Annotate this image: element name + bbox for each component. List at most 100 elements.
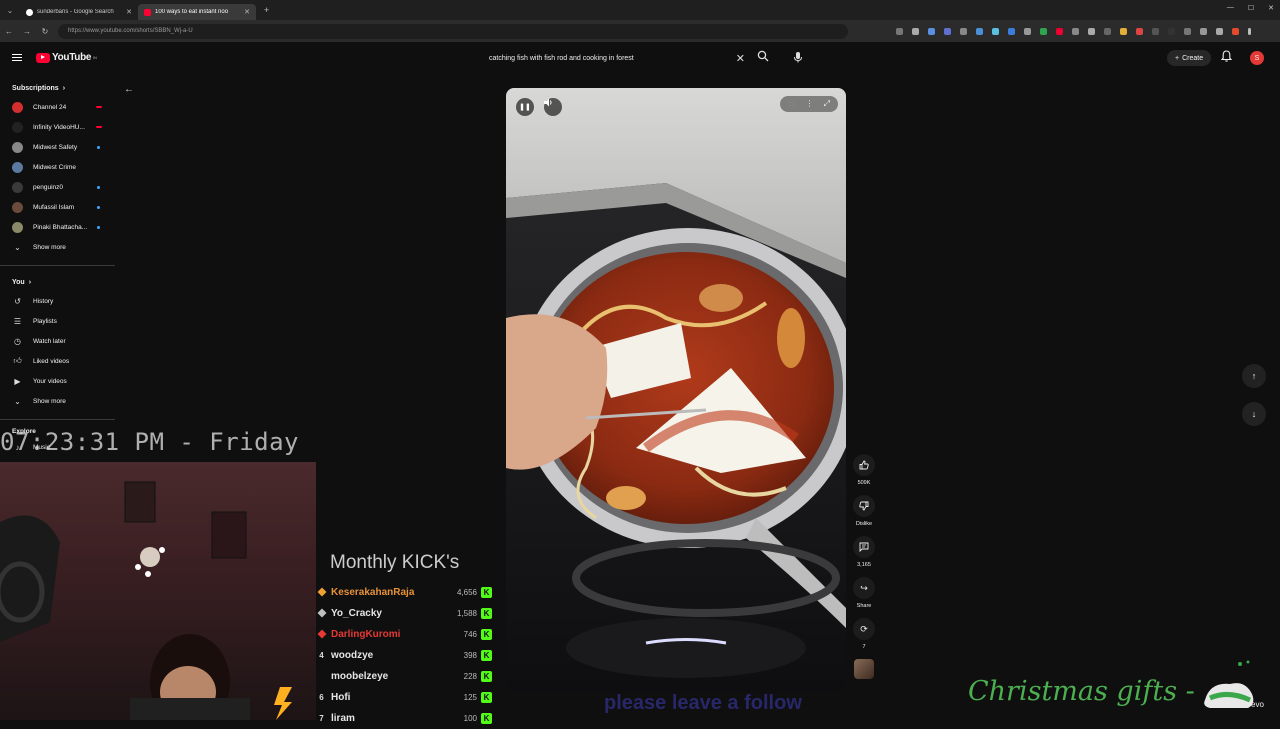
- sidebar-item-history[interactable]: ↺ History: [0, 291, 115, 311]
- tab-search-icon[interactable]: ⌄: [0, 0, 20, 20]
- search-input[interactable]: catching fish with fish rod and cooking …: [481, 50, 751, 67]
- browser-menu-icon[interactable]: [1248, 27, 1251, 35]
- browser-tab-active[interactable]: 100 ways to eat instant noo ✕: [138, 4, 256, 20]
- search-button[interactable]: [757, 50, 769, 65]
- browser-profile-avatar[interactable]: [1232, 27, 1239, 35]
- you-header[interactable]: You ›: [0, 274, 115, 291]
- maximize-icon[interactable]: ☐: [1248, 4, 1254, 12]
- remix-count: 7: [862, 644, 866, 650]
- clear-search-icon[interactable]: ✕: [736, 52, 745, 65]
- back-arrow-icon[interactable]: ←: [124, 84, 134, 95]
- new-tab-button[interactable]: +: [256, 5, 277, 15]
- minimize-icon[interactable]: —: [1227, 4, 1234, 12]
- sidebar-item-subscription[interactable]: Midwest Crime: [0, 157, 115, 177]
- bookmark-star-icon[interactable]: [912, 27, 919, 35]
- next-short-button[interactable]: ↓: [1242, 402, 1266, 426]
- leaderboard-name: woodzye: [331, 650, 374, 661]
- extension-icon[interactable]: [928, 27, 935, 35]
- channel-thumbnail[interactable]: [854, 659, 874, 679]
- youtube-logo[interactable]: YouTube IN: [36, 52, 97, 63]
- close-tab-icon[interactable]: ✕: [244, 8, 250, 16]
- extension-icon[interactable]: [1184, 27, 1191, 35]
- extension-icon[interactable]: [1136, 27, 1143, 35]
- vevo-logo: vevo: [1247, 700, 1264, 709]
- extension-icon[interactable]: [1072, 27, 1079, 35]
- shorts-video-player[interactable]: ❚❚ ▭ ⋮ ⤢: [506, 88, 846, 692]
- leaderboard-name: Hofi: [331, 692, 351, 703]
- more-vertical-icon[interactable]: ⋮: [806, 99, 814, 109]
- share-button[interactable]: ↪ Share: [853, 577, 875, 609]
- close-window-icon[interactable]: ✕: [1268, 4, 1274, 12]
- window-controls: — ☐ ✕: [1227, 4, 1274, 12]
- puzzle-icon[interactable]: [1200, 27, 1207, 35]
- comments-button[interactable]: 3,165: [853, 536, 875, 568]
- channel-avatar: [12, 201, 23, 213]
- like-button[interactable]: 509K: [853, 454, 875, 486]
- sidebar-item-subscription[interactable]: penguinz0: [0, 177, 115, 197]
- extension-icon[interactable]: [992, 27, 999, 35]
- forward-icon[interactable]: →: [18, 27, 36, 36]
- you-show-more[interactable]: ⌄ Show more: [0, 391, 115, 411]
- extension-icon[interactable]: [960, 27, 967, 35]
- leaderboard-name: liram: [331, 713, 355, 724]
- extension-icon[interactable]: [1088, 27, 1095, 35]
- sidebar-item-liked-videos[interactable]: 👍︎ Liked videos: [0, 351, 115, 371]
- sidebar-item-subscription[interactable]: Channel 24: [0, 97, 115, 117]
- youtube-icon: [144, 8, 151, 16]
- sidebar-item-your-videos[interactable]: ▶ Your videos: [0, 371, 115, 391]
- dislike-button[interactable]: Dislike: [853, 495, 875, 527]
- shorts-actions: 509K Dislike 3,165 ↪ Share ⟳ 7: [852, 454, 876, 679]
- sidebar-item-subscription[interactable]: Infinity VideoHU...: [0, 117, 115, 137]
- subscriptions-show-more[interactable]: ⌄ Show more: [0, 237, 115, 257]
- extension-icon[interactable]: [1152, 27, 1159, 35]
- rank-medal-icon: [312, 587, 331, 599]
- pause-button[interactable]: ❚❚: [516, 98, 534, 116]
- url-field[interactable]: https://www.youtube.com/shorts/SBBN_Wj-a…: [58, 23, 848, 39]
- extension-icon[interactable]: [1168, 27, 1175, 35]
- extension-icon[interactable]: [1120, 27, 1127, 35]
- search-icon: [757, 50, 769, 62]
- rank-medal-icon: [312, 629, 331, 641]
- create-button[interactable]: + Create: [1167, 50, 1212, 66]
- fullscreen-icon[interactable]: ⤢: [824, 99, 830, 109]
- sidebar-item-label: Infinity VideoHU...: [33, 123, 85, 131]
- extension-icon[interactable]: [1024, 27, 1031, 35]
- sidebar-item-subscription[interactable]: Midwest Safety: [0, 137, 115, 157]
- chevron-down-icon: ⌄: [14, 396, 21, 406]
- channel-avatar: [12, 121, 23, 133]
- account-avatar[interactable]: S: [1250, 51, 1264, 65]
- notifications-bell-icon[interactable]: [1220, 50, 1233, 65]
- extension-icon[interactable]: [1104, 27, 1111, 35]
- previous-short-button[interactable]: ↑: [1242, 364, 1266, 388]
- remix-button[interactable]: ⟳ 7: [853, 618, 875, 650]
- live-indicator: [96, 106, 102, 108]
- remix-icon: ⟳: [853, 618, 875, 640]
- voice-search-button[interactable]: [792, 50, 804, 63]
- leaderboard-row: 6 Hofi 125 K: [312, 687, 492, 708]
- install-icon[interactable]: [896, 27, 903, 35]
- extension-icon[interactable]: [944, 27, 951, 35]
- leaderboard-value: 125: [463, 693, 477, 702]
- extension-icon[interactable]: [1040, 27, 1047, 35]
- hamburger-menu-icon[interactable]: [12, 54, 22, 61]
- extension-icon[interactable]: [976, 27, 983, 35]
- sidebar-item-subscription[interactable]: Mufassil Islam: [0, 197, 115, 217]
- back-icon[interactable]: ←: [0, 27, 18, 36]
- captions-icon[interactable]: ▭: [788, 99, 796, 109]
- reload-icon[interactable]: ↻: [36, 27, 54, 36]
- extension-icon[interactable]: [1008, 27, 1015, 35]
- downloads-icon[interactable]: [1216, 27, 1223, 35]
- volume-button[interactable]: [544, 98, 562, 116]
- subscriptions-header[interactable]: Subscriptions ›: [0, 80, 115, 97]
- subscriptions-title: Subscriptions: [12, 85, 59, 92]
- sidebar-item-watch-later[interactable]: ◷ Watch later: [0, 331, 115, 351]
- close-tab-icon[interactable]: ✕: [126, 8, 132, 16]
- sidebar-item-playlists[interactable]: ☰ Playlists: [0, 311, 115, 331]
- leaderboard-row: DarlingKuromi 746 K: [312, 624, 492, 645]
- chevron-right-icon: ›: [62, 85, 66, 92]
- browser-tab-bar: ⌄ sunderbans - Google Search ✕ 100 ways …: [0, 0, 1280, 20]
- extension-icon[interactable]: [1056, 27, 1063, 35]
- sidebar-item-subscription[interactable]: Pinaki Bhattacha...: [0, 217, 115, 237]
- browser-tab[interactable]: sunderbans - Google Search ✕: [20, 4, 138, 20]
- channel-avatar: [12, 161, 23, 173]
